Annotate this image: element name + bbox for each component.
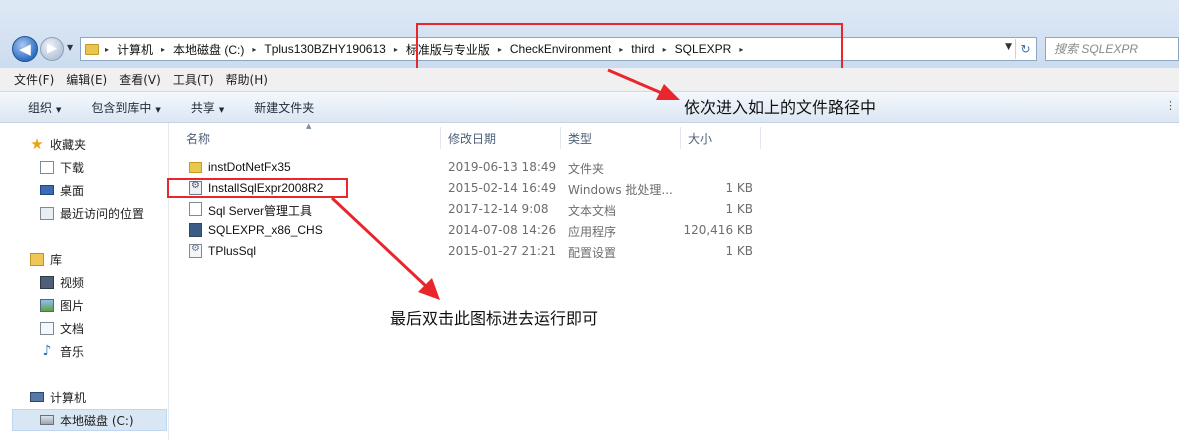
path-annotation: 依次进入如上的文件路径中 <box>684 98 877 117</box>
annotation-arrows <box>330 68 680 300</box>
run-annotation: 最后双击此图标进去运行即可 <box>390 309 599 328</box>
path-arrow <box>607 68 680 100</box>
file-arrow <box>330 196 440 300</box>
